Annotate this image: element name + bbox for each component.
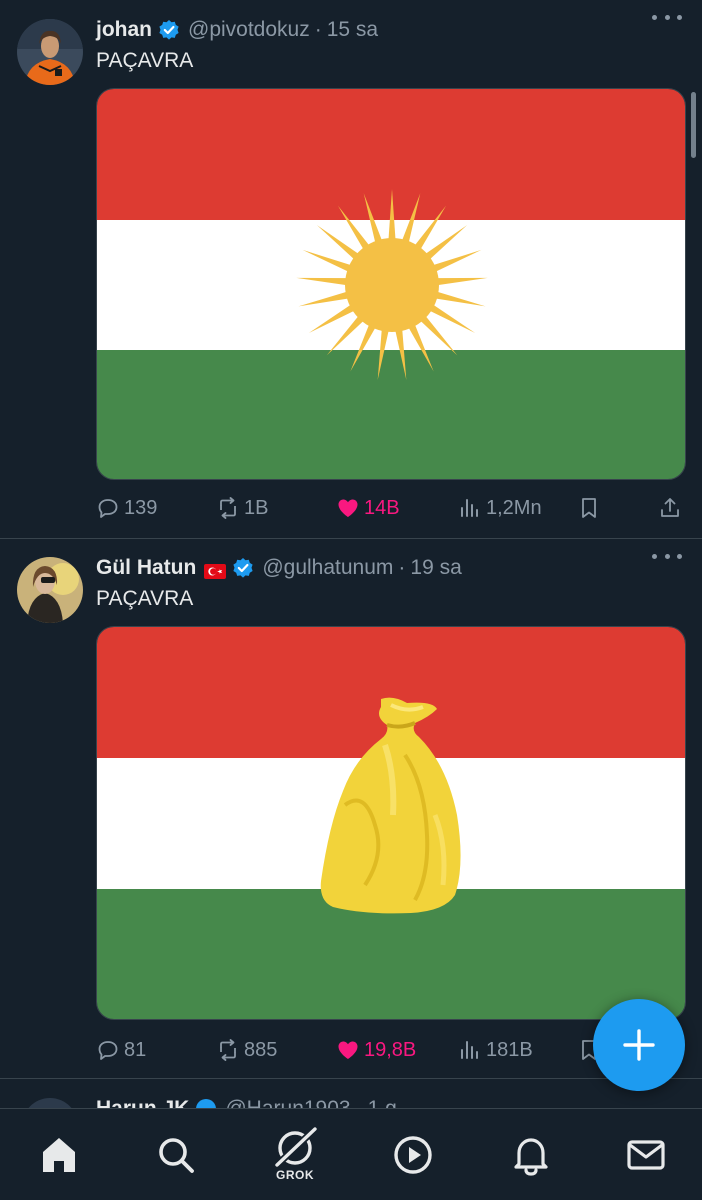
sun-ray bbox=[298, 291, 351, 307]
plus-icon bbox=[623, 1029, 655, 1061]
turkey-flag-icon bbox=[204, 561, 227, 579]
heart-icon bbox=[338, 1041, 358, 1059]
views-button[interactable]: 181B bbox=[458, 1035, 533, 1065]
tab-home[interactable] bbox=[35, 1131, 83, 1179]
notifications-icon bbox=[514, 1138, 548, 1176]
tweet[interactable]: Gül Hatun @gulhatunum · 19 sa PAÇAVRA 81… bbox=[0, 539, 702, 1078]
sun-ray bbox=[377, 327, 390, 380]
video-icon bbox=[394, 1136, 432, 1174]
tab-messages[interactable] bbox=[622, 1131, 670, 1179]
handle[interactable]: @pivotdokuz bbox=[188, 18, 310, 42]
separator: · bbox=[314, 18, 322, 41]
bookmark-button[interactable] bbox=[577, 493, 605, 523]
sun-ray bbox=[433, 291, 486, 307]
retweet-count: 885 bbox=[244, 1038, 278, 1061]
tweet-media-flag-trash-bag[interactable] bbox=[96, 626, 686, 1020]
compose-button[interactable] bbox=[593, 999, 685, 1091]
sun-ray bbox=[431, 249, 482, 273]
share-icon bbox=[661, 498, 679, 517]
reply-count: 139 bbox=[124, 496, 158, 519]
tweet-media-kurdistan-flag[interactable] bbox=[96, 88, 686, 480]
handle[interactable]: @gulhatunum bbox=[262, 556, 393, 580]
timeline-screen: johan @pivotdokuz · 15 sa PAÇAVRA 139 1B… bbox=[0, 0, 702, 1200]
sun-ray bbox=[388, 189, 396, 242]
like-count: 14B bbox=[364, 496, 400, 519]
heart-icon bbox=[338, 499, 358, 517]
sun-ray bbox=[296, 277, 349, 286]
share-button[interactable] bbox=[658, 493, 686, 523]
sun-ray bbox=[363, 193, 383, 245]
tweet-header: johan @pivotdokuz · 15 sa bbox=[96, 13, 378, 47]
sun-ray bbox=[394, 327, 407, 380]
messages-icon bbox=[627, 1140, 665, 1170]
sun-icon bbox=[296, 189, 488, 380]
views-count: 1,2Mn bbox=[486, 496, 542, 519]
like-button[interactable]: 19,8B bbox=[336, 1035, 416, 1065]
home-icon bbox=[43, 1138, 75, 1172]
display-name[interactable]: johan bbox=[96, 18, 152, 42]
tab-video[interactable] bbox=[389, 1131, 437, 1179]
tweet-actions: 139 1B 14B 1,2Mn bbox=[96, 493, 686, 523]
verified-badge-icon bbox=[232, 557, 254, 579]
tab-search[interactable] bbox=[152, 1131, 200, 1179]
views-icon bbox=[461, 1041, 478, 1059]
tweet-text: PAÇAVRA bbox=[96, 49, 194, 72]
bottom-tab-bar: GROK bbox=[0, 1108, 702, 1200]
views-icon bbox=[461, 499, 478, 517]
sun-ray bbox=[407, 322, 434, 372]
grok-icon bbox=[273, 1127, 317, 1169]
more-options-icon[interactable] bbox=[652, 6, 682, 28]
avatar[interactable] bbox=[17, 19, 83, 85]
sun-ray bbox=[302, 249, 353, 273]
tweet[interactable]: johan @pivotdokuz · 15 sa PAÇAVRA 139 1B… bbox=[0, 0, 702, 538]
timestamp[interactable]: 19 sa bbox=[410, 556, 461, 580]
retweet-count: 1B bbox=[244, 496, 269, 519]
bookmark-icon bbox=[582, 498, 596, 518]
reply-button[interactable]: 81 bbox=[96, 1035, 146, 1065]
reply-icon bbox=[98, 499, 118, 518]
reply-icon bbox=[98, 1041, 118, 1060]
retweet-button[interactable]: 1B bbox=[216, 493, 268, 523]
separator: · bbox=[398, 556, 406, 579]
like-count: 19,8B bbox=[364, 1038, 417, 1061]
scrollbar-thumb[interactable] bbox=[691, 92, 696, 158]
grok-label: GROK bbox=[276, 1168, 314, 1182]
trash-bag-icon bbox=[320, 697, 461, 914]
sun-ray bbox=[435, 277, 488, 286]
sun-ray bbox=[350, 322, 377, 372]
more-options-icon[interactable] bbox=[652, 545, 682, 567]
views-button[interactable]: 1,2Mn bbox=[458, 493, 542, 523]
tweet-peek[interactable]: Harun JK @Harun1903 · 1 g bbox=[0, 1080, 702, 1110]
divider bbox=[0, 1078, 702, 1079]
display-name[interactable]: Gül Hatun bbox=[96, 556, 196, 580]
timestamp[interactable]: 15 sa bbox=[327, 18, 378, 42]
sun-ray bbox=[401, 193, 421, 245]
verified-badge-icon bbox=[158, 19, 180, 41]
retweet-icon bbox=[220, 497, 236, 519]
like-button[interactable]: 14B bbox=[336, 493, 400, 523]
avatar[interactable] bbox=[17, 557, 83, 623]
tab-notifications[interactable] bbox=[507, 1131, 555, 1179]
search-icon bbox=[159, 1138, 194, 1173]
views-count: 181B bbox=[486, 1038, 533, 1061]
reply-button[interactable]: 139 bbox=[96, 493, 157, 523]
tweet-text: PAÇAVRA bbox=[96, 587, 194, 610]
retweet-button[interactable]: 885 bbox=[216, 1035, 277, 1065]
reply-count: 81 bbox=[124, 1038, 147, 1061]
tab-grok[interactable]: GROK bbox=[271, 1121, 319, 1187]
retweet-icon bbox=[220, 1039, 236, 1061]
tweet-header: Gül Hatun @gulhatunum · 19 sa bbox=[96, 551, 462, 585]
